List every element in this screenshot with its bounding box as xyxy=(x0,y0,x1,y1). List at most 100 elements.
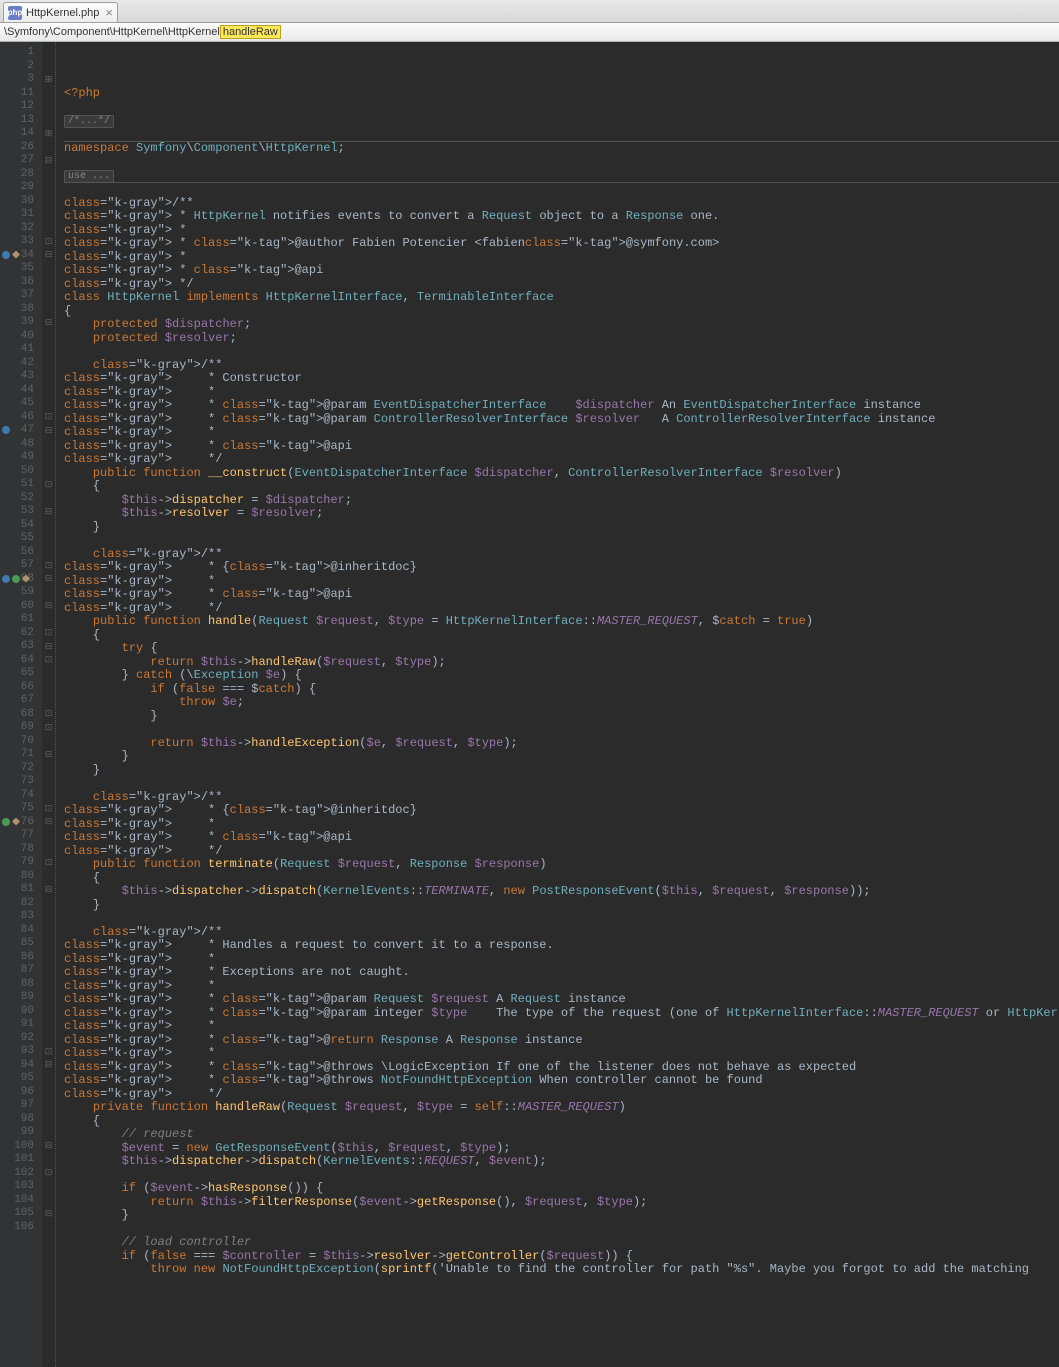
code-line[interactable] xyxy=(64,723,1059,737)
line-number[interactable]: 54 xyxy=(0,519,34,533)
fold-toggle[interactable]: ⊡ xyxy=(42,559,55,573)
fold-toggle[interactable]: ⊟ xyxy=(42,640,55,654)
code-line[interactable]: class="k-gray"> * xyxy=(64,575,1059,589)
fold-toggle[interactable] xyxy=(42,1180,55,1194)
line-number[interactable]: 43 xyxy=(0,370,34,384)
implements-icon[interactable] xyxy=(22,575,30,583)
breakpoint-icon[interactable] xyxy=(2,575,10,583)
code-line[interactable]: { xyxy=(64,629,1059,643)
code-line[interactable]: if ($event->hasResponse()) { xyxy=(64,1182,1059,1196)
fold-toggle[interactable] xyxy=(42,1032,55,1046)
code-line[interactable]: $this->dispatcher->dispatch(KernelEvents… xyxy=(64,1155,1059,1169)
code-line[interactable]: class="k-gray"> */ xyxy=(64,278,1059,292)
line-number[interactable]: 13 xyxy=(0,114,34,128)
line-number[interactable]: 32 xyxy=(0,222,34,236)
code-line[interactable]: $this->dispatcher->dispatch(KernelEvents… xyxy=(64,885,1059,899)
line-number[interactable]: 85 xyxy=(0,937,34,951)
code-line[interactable]: class="k-gray"> * class="k-tag">@throws … xyxy=(64,1061,1059,1075)
line-number[interactable]: 30 xyxy=(0,195,34,209)
implements-icon[interactable] xyxy=(12,251,20,259)
line-number[interactable]: 51 xyxy=(0,478,34,492)
code-line[interactable] xyxy=(64,183,1059,197)
fold-toggle[interactable] xyxy=(42,924,55,938)
fold-toggle[interactable] xyxy=(42,181,55,195)
code-line[interactable]: class="k-gray"> * xyxy=(64,980,1059,994)
fold-toggle[interactable] xyxy=(42,451,55,465)
fold-toggle[interactable] xyxy=(42,897,55,911)
code-line[interactable]: } xyxy=(64,750,1059,764)
fold-toggle[interactable]: ⊟ xyxy=(42,154,55,168)
fold-toggle[interactable] xyxy=(42,87,55,101)
code-line[interactable]: class="k-gray"> */ xyxy=(64,845,1059,859)
code-line[interactable]: class="k-gray"> * class="k-tag">@api xyxy=(64,264,1059,278)
line-number[interactable]: 73 xyxy=(0,775,34,789)
fold-toggle[interactable]: ⊡ xyxy=(42,235,55,249)
fold-toggle[interactable] xyxy=(42,343,55,357)
code-line[interactable]: } xyxy=(64,710,1059,724)
line-number[interactable]: 26 xyxy=(0,141,34,155)
code-line[interactable]: class="k-gray"> * class="k-tag">@throws … xyxy=(64,1074,1059,1088)
line-number[interactable]: 72 xyxy=(0,762,34,776)
fold-toggle[interactable] xyxy=(42,951,55,965)
line-number[interactable]: 67 xyxy=(0,694,34,708)
close-icon[interactable]: × xyxy=(105,6,113,19)
line-number[interactable]: 41 xyxy=(0,343,34,357)
implements-icon[interactable] xyxy=(12,818,20,826)
line-number[interactable]: 95 xyxy=(0,1072,34,1086)
fold-toggle[interactable]: ⊟ xyxy=(42,1140,55,1154)
line-number[interactable]: 37 xyxy=(0,289,34,303)
line-number[interactable]: 89 xyxy=(0,991,34,1005)
fold-toggle[interactable]: ⊞ xyxy=(42,73,55,87)
line-number[interactable]: 56 xyxy=(0,546,34,560)
line-number[interactable]: 94 xyxy=(0,1059,34,1073)
line-number[interactable]: 63 xyxy=(0,640,34,654)
code-line[interactable]: $this->dispatcher = $dispatcher; xyxy=(64,494,1059,508)
line-number[interactable]: 2 xyxy=(0,60,34,74)
fold-toggle[interactable] xyxy=(42,1126,55,1140)
fold-toggle[interactable] xyxy=(42,613,55,627)
line-number[interactable]: 98 xyxy=(0,1113,34,1127)
line-number[interactable]: 46 xyxy=(0,411,34,425)
fold-toggle[interactable] xyxy=(42,789,55,803)
line-number[interactable]: 65 xyxy=(0,667,34,681)
fold-toggle[interactable] xyxy=(42,775,55,789)
line-number[interactable]: 71 xyxy=(0,748,34,762)
fold-toggle[interactable] xyxy=(42,964,55,978)
fold-toggle[interactable]: ⊟ xyxy=(42,600,55,614)
fold-toggle[interactable] xyxy=(42,681,55,695)
line-number[interactable]: 77 xyxy=(0,829,34,843)
fold-toggle[interactable] xyxy=(42,438,55,452)
fold-toggle[interactable] xyxy=(42,168,55,182)
line-number[interactable]: 97 xyxy=(0,1099,34,1113)
code-line[interactable]: class="k-gray"> * class="k-tag">@param i… xyxy=(64,1007,1059,1021)
code-line[interactable]: namespace Symfony\Component\HttpKernel; xyxy=(64,142,1059,156)
fold-toggle[interactable] xyxy=(42,100,55,114)
line-number[interactable]: 84 xyxy=(0,924,34,938)
line-number[interactable]: 104 xyxy=(0,1194,34,1208)
line-number[interactable]: 60 xyxy=(0,600,34,614)
code-line[interactable]: public function __construct(EventDispatc… xyxy=(64,467,1059,481)
fold-toggle[interactable] xyxy=(42,1086,55,1100)
line-number[interactable]: 14 xyxy=(0,127,34,141)
fold-toggle[interactable]: ⊡ xyxy=(42,802,55,816)
code-line[interactable]: $event = new GetResponseEvent($this, $re… xyxy=(64,1142,1059,1156)
code-line[interactable]: { xyxy=(64,480,1059,494)
line-number[interactable]: 83 xyxy=(0,910,34,924)
line-number[interactable]: 70 xyxy=(0,735,34,749)
fold-toggle[interactable] xyxy=(42,276,55,290)
fold-toggle[interactable] xyxy=(42,222,55,236)
code-line[interactable]: class="k-gray"> * xyxy=(64,251,1059,265)
code-line[interactable]: class="k-gray"> * class="k-tag">@api xyxy=(64,588,1059,602)
fold-toggle[interactable] xyxy=(42,735,55,749)
fold-toggle[interactable] xyxy=(42,60,55,74)
breadcrumb[interactable]: \Symfony\Component\HttpKernel\HttpKernel… xyxy=(0,23,1059,42)
fold-toggle[interactable] xyxy=(42,519,55,533)
code-line[interactable]: return $this->handleRaw($request, $type)… xyxy=(64,656,1059,670)
line-gutter[interactable]: 1231112131426272829303132333435363738394… xyxy=(0,42,42,1367)
code-line[interactable]: { xyxy=(64,872,1059,886)
code-line[interactable]: throw new NotFoundHttpException(sprintf(… xyxy=(64,1263,1059,1277)
code-line[interactable] xyxy=(64,912,1059,926)
code-line[interactable]: } xyxy=(64,1209,1059,1223)
code-line[interactable]: class="k-gray"> */ xyxy=(64,1088,1059,1102)
line-number[interactable]: 103 xyxy=(0,1180,34,1194)
